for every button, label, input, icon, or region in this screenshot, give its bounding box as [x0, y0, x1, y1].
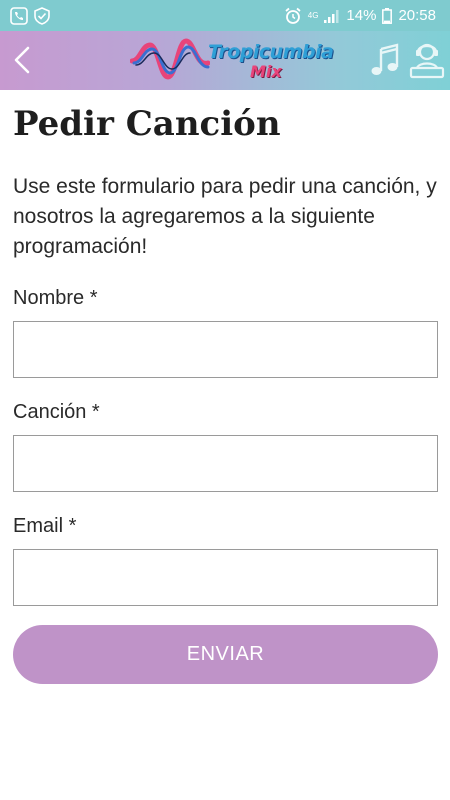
shield-icon [34, 6, 50, 25]
logo-text-mix: Mix [250, 62, 282, 81]
network-type: 4G [307, 10, 319, 20]
song-label: Canción * [13, 401, 100, 423]
app-logo: Tropicumbia Mix [130, 37, 334, 85]
status-bar: 4G 14% 20:58 [0, 0, 450, 31]
dj-icon [409, 43, 445, 79]
page-title: Pedir Canción [13, 104, 281, 144]
intro-text: Use este formulario para pedir una canci… [13, 175, 437, 258]
logo-text-tropicumbia: Tropicumbia [208, 41, 334, 63]
clock: 20:58 [398, 7, 436, 24]
battery-icon [382, 7, 393, 24]
music-note-icon [371, 43, 399, 75]
name-label: Nombre * [13, 287, 98, 309]
status-left-icons [10, 6, 50, 25]
sound-wave-icon [130, 38, 210, 80]
submit-button[interactable]: ENVIAR [13, 625, 438, 684]
email-input[interactable] [13, 549, 438, 606]
chevron-left-icon [14, 46, 30, 74]
call-notification-icon [10, 6, 28, 25]
app-bar: Tropicumbia Mix [0, 31, 450, 90]
name-input[interactable] [13, 321, 438, 378]
email-label: Email * [13, 515, 77, 537]
battery-percent: 14% [346, 7, 377, 24]
back-button[interactable] [6, 42, 38, 78]
status-right-icons: 4G 14% 20:58 [284, 7, 436, 25]
signal-icon [324, 9, 340, 23]
song-input[interactable] [13, 435, 438, 492]
dj-button[interactable] [408, 39, 446, 81]
alarm-icon [284, 7, 302, 25]
music-button[interactable] [368, 41, 402, 79]
